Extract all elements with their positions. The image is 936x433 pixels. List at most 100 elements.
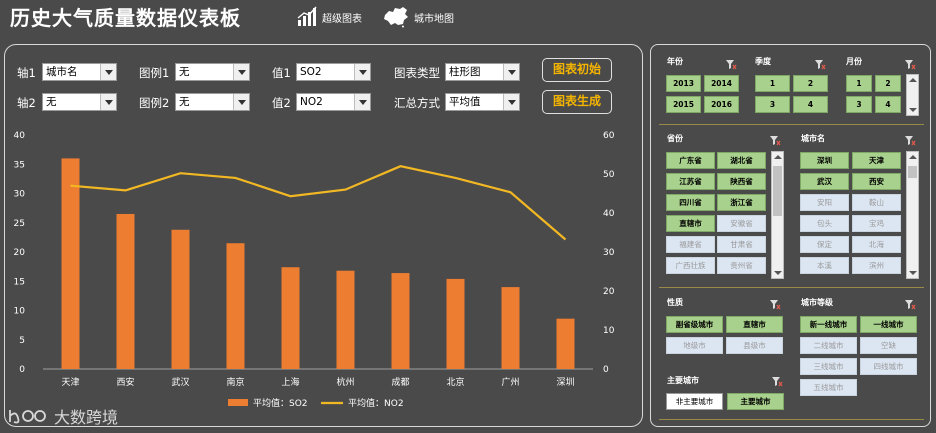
province-item[interactable]: 直辖市: [666, 215, 715, 232]
line-series-no2: [70, 165, 567, 241]
y-left-tick-label: 20: [14, 248, 26, 258]
year-item[interactable]: 2014: [704, 75, 739, 92]
quarter-slicer-title: 季度: [755, 57, 771, 66]
x-tick-label: 杭州: [336, 376, 354, 388]
city-map-label: 城市地图: [414, 13, 454, 25]
y-right-tick-label: 40: [603, 209, 615, 219]
citylevel-item[interactable]: 五线城市: [800, 379, 857, 396]
year-item[interactable]: 2016: [704, 96, 739, 113]
y-right-tick-label: 50: [603, 170, 615, 180]
y-left-tick-label: 35: [14, 160, 25, 170]
bar-天津: [61, 158, 80, 369]
province-item[interactable]: 浙江省: [717, 194, 766, 211]
quarter-item[interactable]: 3: [755, 96, 790, 113]
nature-item[interactable]: 副省级城市: [666, 316, 723, 333]
x-tick-label: 深圳: [556, 377, 574, 388]
year-item[interactable]: 2013: [666, 75, 701, 92]
quarter-item[interactable]: 1: [755, 75, 790, 92]
province-item[interactable]: 江苏省: [666, 173, 715, 190]
major-clear-filter-icon[interactable]: [771, 372, 783, 387]
nature-slicer-title: 性质: [667, 298, 683, 307]
quarter-item[interactable]: 2: [793, 75, 828, 92]
month-item[interactable]: 2: [875, 75, 901, 92]
page-title: 历史大气质量数据仪表板: [10, 6, 241, 30]
nature-item[interactable]: 直辖市: [726, 316, 783, 333]
bar-chart-icon: [297, 6, 317, 26]
province-item[interactable]: 湖北省: [717, 152, 766, 169]
month-item[interactable]: 3: [846, 96, 872, 113]
nature-clear-filter-icon[interactable]: [769, 295, 781, 310]
citylevel-slicer-title: 城市等级: [801, 298, 833, 307]
header: 历史大气质量数据仪表板 超级图表 城市地图: [0, 0, 936, 38]
y-right-tick-label: 0: [603, 365, 609, 375]
year-slicer-title: 年份: [667, 57, 683, 66]
province-item[interactable]: 贵州省: [717, 257, 766, 274]
bar-杭州: [336, 270, 355, 369]
y-left-tick-label: 30: [14, 190, 26, 200]
super-chart-link[interactable]: 超级图表: [296, 6, 362, 28]
month-item[interactable]: 1: [846, 75, 872, 92]
city-scrollbar[interactable]: [906, 151, 919, 279]
bar-武汉: [171, 229, 190, 369]
province-item[interactable]: 广东省: [666, 152, 715, 169]
bar-广州: [501, 287, 520, 369]
city-item[interactable]: 深圳: [800, 152, 849, 169]
city-item[interactable]: 安阳: [800, 194, 849, 211]
nature-item[interactable]: 地级市: [666, 337, 723, 354]
section-divider: [659, 287, 924, 288]
province-item[interactable]: 陕西省: [717, 173, 766, 190]
citylevel-item[interactable]: 二线城市: [800, 337, 857, 354]
y-left-tick-label: 15: [14, 277, 25, 287]
city-item[interactable]: 本溪: [800, 257, 849, 274]
province-scrollbar[interactable]: [771, 151, 784, 279]
citylevel-clear-filter-icon[interactable]: [904, 295, 916, 310]
chart-panel: 轴1 城市名 图例1 无 值1 SO2 图表类型 柱形图 图表初始 轴2 无 图…: [4, 44, 643, 427]
watermark: 大数跨境: [8, 404, 118, 428]
major-item[interactable]: 主要城市: [727, 393, 784, 410]
province-item[interactable]: 广西壮族: [666, 257, 715, 274]
city-item[interactable]: 北海: [852, 236, 901, 253]
city-slicer-title: 城市名: [801, 134, 825, 143]
combo-chart: 0 5 10 15 20 25 30 35 40 0 10 20 30 40 50 60 天津 西安 武汉 南京 上海 杭…: [14, 131, 615, 409]
watermark-text: 大数跨境: [54, 408, 119, 427]
province-item[interactable]: 福建省: [666, 236, 715, 253]
y-right-tick-label: 10: [603, 326, 615, 336]
city-item[interactable]: 包头: [800, 215, 849, 232]
citylevel-item[interactable]: 一线城市: [860, 316, 917, 333]
year-item[interactable]: 2015: [666, 96, 701, 113]
nature-item[interactable]: 县级市: [726, 337, 783, 354]
slicer-panel: 年份 2013 2014 2015 2016 季度 1 2 3 4 月份 1 2 3 4 省份 广东省 湖北省 江苏…: [650, 44, 931, 427]
x-tick-label: 成都: [391, 376, 409, 388]
city-item[interactable]: 天津: [852, 152, 901, 169]
quarter-item[interactable]: 4: [793, 96, 828, 113]
city-map-link[interactable]: 城市地图: [382, 6, 454, 28]
citylevel-item[interactable]: 新一线城市: [800, 316, 857, 333]
city-item[interactable]: 武汉: [800, 173, 849, 190]
city-item[interactable]: 西安: [852, 173, 901, 190]
logo-icon: [9, 410, 46, 424]
province-item[interactable]: 四川省: [666, 194, 715, 211]
citylevel-item[interactable]: 空缺: [860, 337, 917, 354]
y-left-tick-label: 5: [19, 336, 25, 346]
city-item[interactable]: 保定: [800, 236, 849, 253]
month-clear-filter-icon[interactable]: [904, 55, 916, 70]
province-item[interactable]: 安徽省: [717, 215, 766, 232]
month-slicer-title: 月份: [846, 57, 862, 66]
year-clear-filter-icon[interactable]: [725, 55, 737, 70]
province-item[interactable]: 甘肃省: [717, 236, 766, 253]
citylevel-item[interactable]: 四线城市: [860, 358, 917, 375]
quarter-clear-filter-icon[interactable]: [814, 55, 826, 70]
y-left-tick-label: 0: [19, 365, 25, 375]
province-clear-filter-icon[interactable]: [769, 131, 781, 146]
bar-南京: [226, 243, 245, 369]
city-clear-filter-icon[interactable]: [904, 131, 916, 146]
y-right-tick-label: 20: [603, 287, 615, 297]
month-item[interactable]: 4: [875, 96, 901, 113]
major-item[interactable]: 非主要城市: [666, 393, 723, 410]
city-item[interactable]: 宝鸡: [852, 215, 901, 232]
month-scrollbar[interactable]: [906, 74, 919, 116]
city-item[interactable]: 鞍山: [852, 194, 901, 211]
section-divider: [659, 124, 924, 125]
city-item[interactable]: 滨州: [852, 257, 901, 274]
citylevel-item[interactable]: 三线城市: [800, 358, 857, 375]
